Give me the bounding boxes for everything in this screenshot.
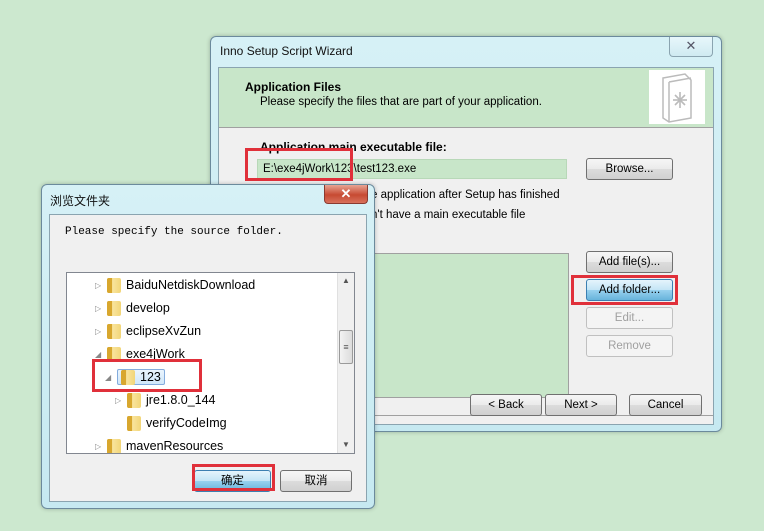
tree-scrollbar[interactable]: ▲ ≡ ▼ <box>337 273 354 453</box>
collapse-arrow-icon[interactable]: ◢ <box>105 368 117 388</box>
cancel-button[interactable]: Cancel <box>629 394 702 416</box>
folder-tree[interactable]: ▷ BaiduNetdiskDownload ▷ develop ▷ eclipseX… <box>66 272 355 454</box>
expand-arrow-icon[interactable]: ▷ <box>115 391 127 411</box>
browse-button[interactable]: Browse... <box>586 158 673 180</box>
tree-item[interactable]: ▷ mavenResources <box>95 436 224 453</box>
tree-item[interactable]: ▷ jre1.8.0_144 <box>115 390 216 410</box>
folder-icon <box>127 416 141 432</box>
wizard-title: Inno Setup Script Wizard <box>220 44 353 58</box>
dialog-close-button[interactable]: ✕ <box>324 185 368 204</box>
scroll-thumb[interactable]: ≡ <box>339 330 353 364</box>
expand-arrow-icon[interactable]: ▷ <box>95 322 107 342</box>
dialog-prompt: Please specify the source folder. <box>65 226 283 238</box>
tree-item-label: develop <box>126 301 170 315</box>
no-main-exe-checkbox-label[interactable]: n't have a main executable file <box>371 209 525 221</box>
folder-icon <box>121 370 135 386</box>
tree-item-selected[interactable]: ◢ 123 <box>105 367 165 387</box>
add-folder-button[interactable]: Add folder... <box>586 279 673 301</box>
dialog-client: Please specify the source folder. ▷ Baidu… <box>49 214 367 502</box>
tree-item-label: exe4jWork <box>126 347 185 361</box>
folder-icon <box>107 278 121 294</box>
dialog-cancel-button[interactable]: 取消 <box>280 470 352 492</box>
tree-item[interactable]: ▷ eclipseXvZun <box>95 321 201 341</box>
tree-item-label: 123 <box>140 370 161 384</box>
next-button[interactable]: Next > <box>545 394 617 416</box>
close-icon: ✕ <box>340 186 352 201</box>
tree-item[interactable]: ◢ exe4jWork <box>95 344 185 364</box>
folder-icon <box>107 439 121 453</box>
folder-icon <box>107 324 121 340</box>
header-subtitle: Please specify the files that are part o… <box>260 96 542 108</box>
scroll-down-icon[interactable]: ▼ <box>338 437 354 453</box>
tree-item-label: verifyCodeImg <box>146 416 227 430</box>
main-exe-label: Application main executable file: <box>260 140 447 154</box>
tree-item-label: eclipseXvZun <box>126 324 202 338</box>
tree-item-label: BaiduNetdiskDownload <box>126 278 256 292</box>
ok-button[interactable]: 确定 <box>194 470 271 492</box>
folder-icon <box>107 301 121 317</box>
wizard-close-button[interactable]: ✕ <box>669 37 713 57</box>
expand-arrow-icon[interactable]: ▷ <box>95 437 107 453</box>
edit-button[interactable]: Edit... <box>586 307 673 329</box>
expand-arrow-icon[interactable]: ▷ <box>95 276 107 296</box>
folder-icon <box>127 393 141 409</box>
folder-icon <box>107 347 121 363</box>
back-button[interactable]: < Back <box>470 394 542 416</box>
tree-item[interactable]: ▷ BaiduNetdiskDownload <box>95 275 255 295</box>
tree-item-label: jre1.8.0_144 <box>146 393 216 407</box>
browse-folder-dialog: 浏览文件夹 ✕ Please specify the source folder… <box>41 184 375 509</box>
remove-button[interactable]: Remove <box>586 335 673 357</box>
document-star-icon <box>649 70 705 124</box>
run-after-setup-checkbox-label[interactable]: e application after Setup has finished <box>371 189 560 201</box>
main-exe-input[interactable]: E:\exe4jWork\123\test123.exe <box>257 159 567 179</box>
add-files-button[interactable]: Add file(s)... <box>586 251 673 273</box>
dialog-title: 浏览文件夹 <box>50 194 111 208</box>
header-title: Application Files <box>245 80 342 94</box>
wizard-header: Application Files Please specify the fil… <box>219 68 713 128</box>
collapse-arrow-icon[interactable]: ◢ <box>95 345 107 365</box>
expand-arrow-icon[interactable]: ▷ <box>95 299 107 319</box>
tree-item-label: mavenResources <box>126 439 224 453</box>
tree-item[interactable]: verifyCodeImg <box>127 413 227 433</box>
files-list[interactable] <box>369 253 569 398</box>
close-icon: ✕ <box>685 38 697 53</box>
tree-item[interactable]: ▷ develop <box>95 298 170 318</box>
scroll-up-icon[interactable]: ▲ <box>338 273 354 289</box>
